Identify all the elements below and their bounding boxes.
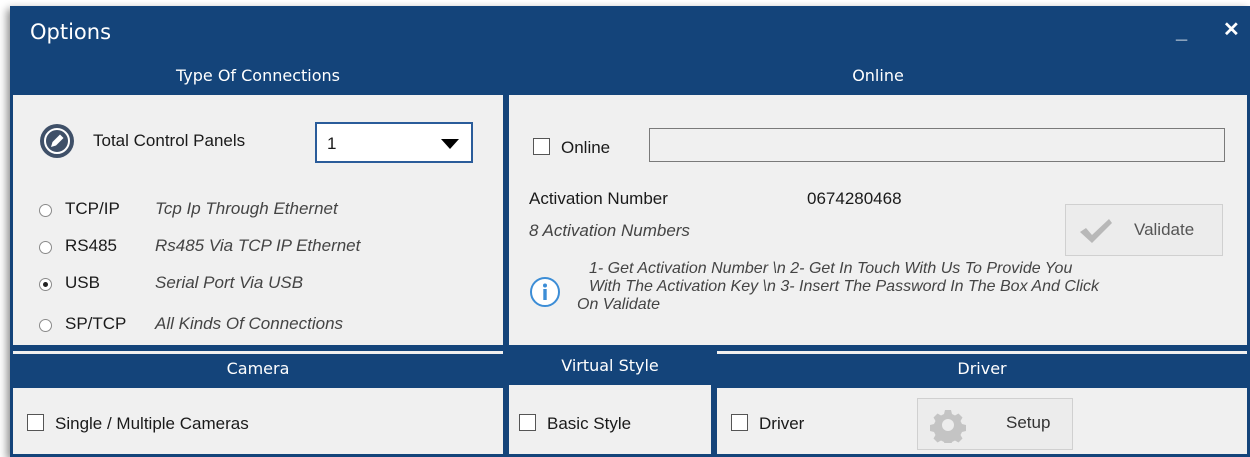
total-panels-select[interactable]: 1 — [315, 122, 473, 163]
option-rs485-label: RS485 — [65, 236, 117, 255]
window-title: Options — [30, 20, 112, 44]
online-checkbox[interactable] — [533, 138, 550, 155]
checkmark-icon — [1078, 217, 1114, 250]
chevron-down-icon — [441, 139, 459, 149]
setup-button[interactable]: Setup — [917, 398, 1073, 450]
setup-label: Setup — [1006, 413, 1051, 432]
basic-style-label: Basic Style — [547, 414, 632, 433]
radio-rs485[interactable] — [39, 241, 52, 254]
connections-header: Type Of Connections — [13, 61, 503, 95]
connections-panel: Type Of Connections Total Control Panels… — [10, 58, 506, 348]
online-checkbox-label: Online — [561, 138, 611, 157]
info-line-1: 1- Get Activation Number \n 2- Get In To… — [589, 260, 1073, 277]
virtual-style-panel: Virtual Style Basic Style — [506, 348, 714, 457]
gear-icon — [930, 407, 966, 448]
validate-label: Validate — [1134, 220, 1195, 239]
option-tcpip-label: TCP/IP — [65, 199, 120, 218]
online-input[interactable] — [649, 128, 1225, 162]
minimize-button[interactable]: _ — [1176, 20, 1187, 44]
virtual-style-header: Virtual Style — [509, 351, 711, 385]
edit-pencil-icon — [39, 123, 75, 164]
close-button[interactable]: ✕ — [1223, 18, 1240, 42]
camera-checkbox-label: Single / Multiple Cameras — [55, 414, 249, 433]
option-sptcp-label: SP/TCP — [65, 314, 127, 333]
option-usb-desc: Serial Port Via USB — [155, 273, 304, 292]
driver-checkbox[interactable] — [731, 414, 748, 431]
radio-tcpip[interactable] — [39, 204, 52, 217]
option-usb-label: USB — [65, 273, 100, 292]
info-line-2: With The Activation Key \n 3- Insert The… — [589, 278, 1099, 295]
title-bar: Options _ ✕ — [10, 6, 1250, 58]
activation-count-text: 8 Activation Numbers — [529, 221, 690, 240]
info-line-3: On Validate — [577, 296, 661, 313]
total-panels-value: 1 — [327, 134, 337, 153]
driver-header: Driver — [717, 354, 1247, 388]
camera-checkbox[interactable] — [27, 414, 44, 431]
info-icon — [529, 276, 561, 313]
option-rs485-desc: Rs485 Via TCP IP Ethernet — [155, 236, 361, 255]
online-header: Online — [509, 61, 1247, 95]
options-window: Options _ ✕ Type Of Connections Total Co… — [10, 6, 1250, 457]
driver-checkbox-label: Driver — [759, 414, 805, 433]
driver-panel: Driver Driver Setup — [714, 348, 1250, 457]
option-tcpip-desc: Tcp Ip Through Ethernet — [155, 199, 338, 218]
radio-usb[interactable] — [39, 278, 52, 291]
activation-number-value: 0674280468 — [807, 189, 902, 208]
camera-header: Camera — [13, 354, 503, 388]
online-panel: Online Online Activation Number 06742804… — [506, 58, 1250, 348]
activation-number-label: Activation Number — [529, 189, 668, 208]
radio-sptcp[interactable] — [39, 319, 52, 332]
option-sptcp-desc: All Kinds Of Connections — [155, 314, 344, 333]
camera-panel: Camera Single / Multiple Cameras — [10, 348, 506, 457]
total-panels-label: Total Control Panels — [93, 131, 246, 150]
validate-button[interactable]: Validate — [1065, 204, 1223, 256]
basic-style-checkbox[interactable] — [519, 414, 536, 431]
